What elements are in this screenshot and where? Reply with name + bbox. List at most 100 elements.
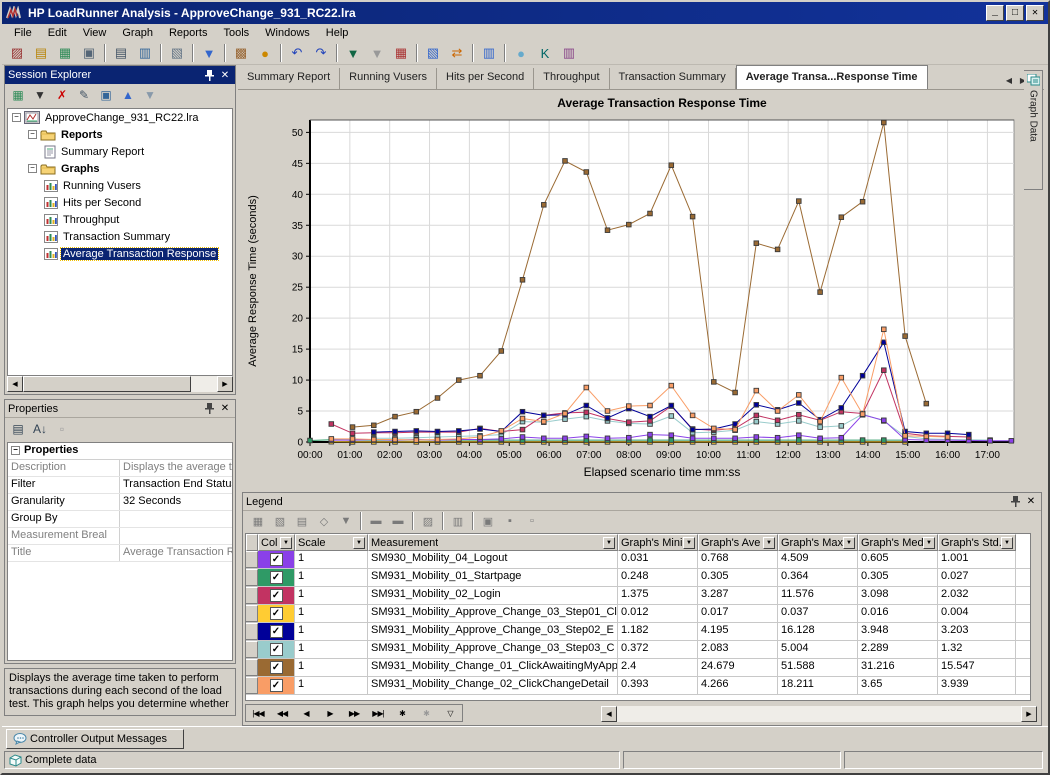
column-header-scale[interactable]: Scale▼ [295,534,368,551]
save-image-icon[interactable]: ▩ [229,43,253,64]
new-graph-icon[interactable]: ▦ [53,43,77,64]
menu-edit[interactable]: Edit [40,25,75,41]
legend-tool-12-icon[interactable]: ▫ [521,512,543,530]
property-value[interactable] [120,511,232,527]
tree-item-running-vusers[interactable]: Running Vusers [8,177,232,194]
row-selector[interactable] [246,677,258,694]
series-visible-checkbox[interactable]: ✓ [270,643,283,656]
scroll-left-icon[interactable]: ◀ [601,706,617,722]
series-visible-checkbox[interactable]: ✓ [270,661,283,674]
undo-icon[interactable]: ↶ [285,43,309,64]
legend-tool-2-icon[interactable]: ▧ [269,512,291,530]
nav-last-icon[interactable]: ▶▶| [366,705,390,721]
legend-tool-6-icon[interactable]: ▬ [365,512,387,530]
property-row-granularity[interactable]: Granularity32 Seconds [8,494,232,511]
column-header-col[interactable]: Col▼ [258,534,295,551]
legend-tool-4-icon[interactable]: ◇ [313,512,335,530]
scroll-left-icon[interactable]: ◀ [7,376,23,392]
dropdown-arrow-icon[interactable]: ▼ [29,85,51,105]
menu-help[interactable]: Help [318,25,357,41]
close-icon[interactable]: ✕ [218,69,232,82]
legend-tool-7-icon[interactable]: ▬ [387,512,409,530]
column-dropdown-icon[interactable]: ▼ [923,537,935,549]
nav-filter-icon[interactable]: ▽ [438,705,462,721]
properties-group-header[interactable]: −Properties [8,443,232,460]
column-dropdown-icon[interactable]: ▼ [1001,537,1013,549]
collapse-icon[interactable]: − [28,164,37,173]
scroll-right-icon[interactable]: ▶ [217,376,233,392]
legend-tool-10-icon[interactable]: ▣ [477,512,499,530]
tree-item-reports[interactable]: −Reports [8,126,232,143]
granularity-clock-icon[interactable]: ● [253,43,277,64]
merge-graphs-icon[interactable]: ▦ [389,43,413,64]
session-explorer-header[interactable]: Session Explorer ✕ [5,66,235,84]
column-header-graph-s-ave[interactable]: Graph's Ave▼ [698,534,778,551]
categorized-icon[interactable]: ▤ [7,419,29,439]
controller-output-messages-button[interactable]: Controller Output Messages [6,729,184,749]
property-value[interactable]: 32 Seconds [120,494,232,510]
legend-row[interactable]: ✓1SM931_Mobility_Approve_Change_03_Step0… [246,641,1030,659]
row-selector[interactable] [246,569,258,586]
tree-item-transaction-summary[interactable]: Transaction Summary [8,228,232,245]
analyze-icon[interactable]: ▥ [557,43,581,64]
close-icon[interactable]: ✕ [218,402,232,415]
tab-average-transa-response-time[interactable]: Average Transa...Response Time [736,65,928,89]
nav-fast-forward-icon[interactable]: ▶▶ [342,705,366,721]
legend-hscrollbar[interactable]: ◀ ▶ [601,706,1037,722]
tab-throughput[interactable]: Throughput [534,68,609,89]
legend-row[interactable]: ✓1SM931_Mobility_Change_02_ClickChangeDe… [246,677,1030,695]
property-value[interactable]: Average Transaction Re [120,545,232,561]
legend-row[interactable]: ✓1SM931_Mobility_02_Login1.3753.28711.57… [246,587,1030,605]
series-visible-checkbox[interactable]: ✓ [270,625,283,638]
close-button[interactable]: ✕ [1026,5,1044,21]
property-value[interactable]: Transaction End Status [120,477,232,493]
minimize-button[interactable]: _ [986,5,1004,21]
menu-reports[interactable]: Reports [161,25,216,41]
column-header-graph-s-max[interactable]: Graph's Max▼ [778,534,858,551]
series-visible-checkbox[interactable]: ✓ [270,553,283,566]
row-selector[interactable] [246,587,258,604]
legend-row[interactable]: ✓1SM931_Mobility_Approve_Change_03_Step0… [246,623,1030,641]
session-tree-hscrollbar[interactable]: ◀ ▶ [7,376,233,392]
tree-item-hits-per-second[interactable]: Hits per Second [8,194,232,211]
output-bubble-icon[interactable]: ● [509,43,533,64]
open-session-icon[interactable]: ▤ [29,43,53,64]
tree-item-average-transaction-response[interactable]: Average Transaction Response [8,245,232,262]
sort-az-icon[interactable]: A↓ [29,419,51,439]
tab-transaction-summary[interactable]: Transaction Summary [610,68,736,89]
row-selector[interactable] [246,623,258,640]
tree-item-throughput[interactable]: Throughput [8,211,232,228]
maximize-button[interactable]: □ [1006,5,1024,21]
graph-data-side-tab[interactable]: Graph Data [1024,70,1043,190]
nav-new-icon[interactable]: ✱ [390,705,414,721]
pin-icon[interactable] [202,402,216,415]
collapse-icon[interactable]: − [28,130,37,139]
legend-row[interactable]: ✓1SM931_Mobility_Change_01_ClickAwaiting… [246,659,1030,677]
collapse-icon[interactable]: − [11,446,20,455]
property-row-group-by[interactable]: Group By [8,511,232,528]
column-dropdown-icon[interactable]: ▼ [280,537,292,549]
nav-new-disabled-icon[interactable]: ✱ [414,705,438,721]
property-row-measurement-breal[interactable]: Measurement Breal [8,528,232,545]
tree-item-summary-report[interactable]: Summary Report [8,143,232,160]
nav-back-icon[interactable]: ◀ [294,705,318,721]
menu-tools[interactable]: Tools [215,25,257,41]
property-row-title[interactable]: TitleAverage Transaction Re [8,545,232,562]
legend-tool-1-icon[interactable]: ▦ [247,512,269,530]
copy-icon[interactable]: ▣ [95,85,117,105]
row-selector[interactable] [246,551,258,568]
tab-summary-report[interactable]: Summary Report [238,68,340,89]
compare-icon[interactable]: ⇄ [445,43,469,64]
prev-tab-icon[interactable]: ◀ [1002,76,1016,85]
html-report-icon[interactable]: ▥ [133,43,157,64]
series-visible-checkbox[interactable]: ✓ [270,571,283,584]
legend-row[interactable]: ✓1SM931_Mobility_01_Startpage0.2480.3050… [246,569,1030,587]
property-page-icon[interactable]: ▫ [51,419,73,439]
nav-forward-icon[interactable]: ▶ [318,705,342,721]
row-selector[interactable] [246,605,258,622]
redo-icon[interactable]: ↷ [309,43,333,64]
collapse-icon[interactable]: − [12,113,21,122]
series-visible-checkbox[interactable]: ✓ [270,607,283,620]
column-dropdown-icon[interactable]: ▼ [763,537,775,549]
pin-icon[interactable] [1008,495,1022,508]
